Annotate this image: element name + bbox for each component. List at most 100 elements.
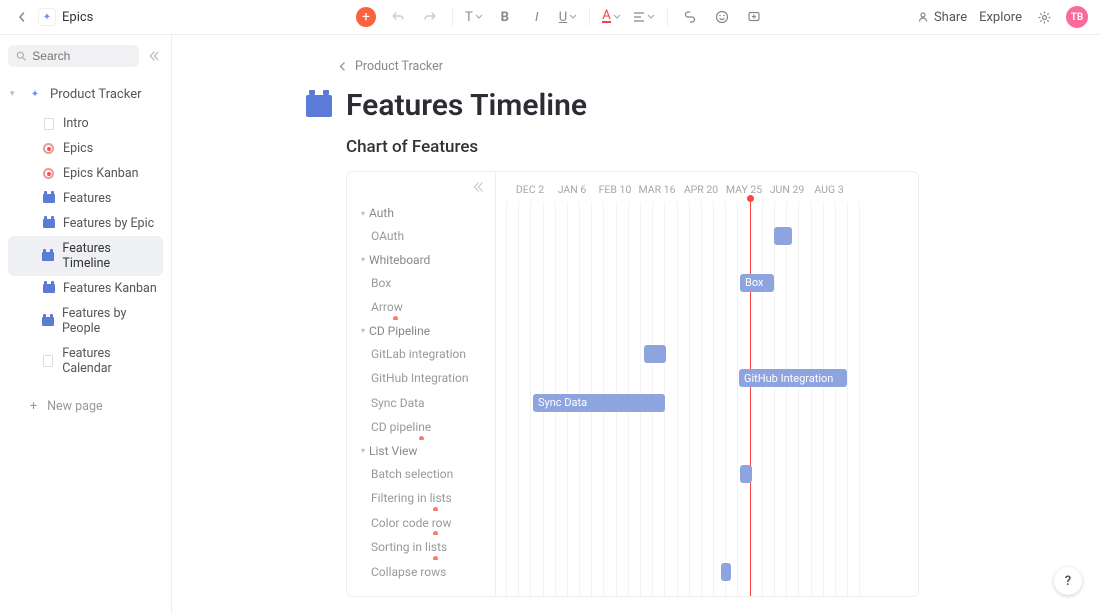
timeline-bar[interactable] [774,227,792,245]
sidebar-item-label: Features Timeline [62,241,157,271]
timeline-month-label: FEB 10 [599,183,632,196]
sidebar-root[interactable]: ▾ ✦ Product Tracker [8,81,163,107]
timeline-task-label[interactable]: Sorting in lists [347,535,495,560]
sidebar-item-features-calendar[interactable]: Features Calendar [8,341,163,381]
timeline-bar[interactable]: Box [740,274,774,292]
chevron-down-icon: ▾ [361,446,365,455]
target-icon [42,142,55,155]
timeline-bar[interactable]: GitHub Integration [739,369,847,387]
new-page-button[interactable]: + New page [8,391,163,422]
chevron-down-icon: ▾ [361,326,365,335]
comment-icon[interactable] [744,7,764,27]
document-icon [42,117,55,130]
sidebar-item-label: Features by Epic [63,216,154,231]
timeline-task-label[interactable]: Box [347,271,495,296]
align-dropdown[interactable] [633,7,655,27]
timeline-chart[interactable]: ▾AuthOAuth▾WhiteboardBoxArrow▾CD Pipelin… [346,171,919,597]
document-icon [42,355,54,368]
sidebar-item-features[interactable]: Features [8,186,163,211]
timeline-group-label: Auth [369,206,394,220]
chevron-down-icon: ▾ [361,209,365,218]
tasklist-collapse-icon[interactable] [469,178,487,196]
timeline-month-label: JAN 6 [558,183,587,196]
bold-icon[interactable]: B [495,7,515,27]
italic-icon[interactable]: I [527,7,547,27]
timeline-month-label: APR 20 [684,183,718,196]
timeline-grid[interactable]: DEC 2 JAN 6 FEB 10 MAR 16 APR 20 MAY 25 JUN 29… [496,172,918,596]
folder-icon [42,315,54,328]
timeline-task-label[interactable]: GitHub Integration [347,366,495,391]
sidebar-collapse-icon[interactable] [145,47,163,65]
timeline-task-label[interactable]: Sync Data [347,391,495,416]
timeline-today-marker [750,196,751,596]
redo-icon[interactable] [420,7,440,27]
timeline-group-label: List View [369,444,417,458]
search-icon [16,50,26,62]
topbar: ✦ Epics + T B I U A Share Explore TB [0,0,1100,35]
timeline-group[interactable]: ▾ List View [347,440,495,462]
folder-icon [42,192,55,205]
emoji-icon[interactable] [712,7,732,27]
timeline-group[interactable]: ▾ CD Pipeline [347,320,495,342]
back-icon[interactable] [12,7,32,27]
timeline-month-label: MAY 25 [726,183,762,196]
link-icon[interactable] [680,7,700,27]
folder-icon [42,217,55,230]
text-color-dropdown[interactable]: A [602,7,620,27]
timeline-group[interactable]: ▾Whiteboard [347,249,495,271]
settings-icon[interactable] [1034,7,1054,27]
underline-dropdown[interactable]: U [559,7,577,27]
toolbar: + T B I U A [192,7,917,27]
sidebar-item-label: Features Calendar [62,346,157,376]
sidebar-item-features-timeline[interactable]: Features Timeline [8,236,163,276]
timeline-task-label[interactable]: GitLab integration [347,342,495,367]
timeline-group-label: CD Pipeline [369,324,430,338]
content: Product Tracker Features Timeline Chart … [172,35,1100,613]
page-title: Features Timeline [346,88,587,123]
crumb-title[interactable]: Epics [62,10,93,25]
timeline-month-label: DEC 2 [516,183,544,196]
timeline-task-label[interactable]: OAuth [347,224,495,249]
chevron-down-icon: ▾ [361,255,365,264]
folder-icon [42,282,55,295]
app-icon[interactable]: ✦ [38,8,56,26]
avatar[interactable]: TB [1066,6,1088,28]
sidebar-item-epics-kanban[interactable]: Epics Kanban [8,161,163,186]
help-button[interactable]: ? [1054,567,1082,595]
timeline-group[interactable]: ▾ Auth [347,202,495,224]
chevron-left-icon [338,62,347,71]
sidebar-item-label: Features [63,191,111,206]
timeline-bar[interactable] [721,563,731,581]
share-button[interactable]: Share [917,10,967,25]
plus-icon: + [30,399,37,414]
add-button[interactable]: + [356,7,376,27]
timeline-bar[interactable]: Sync Data [533,394,665,412]
timeline-task-label[interactable]: Batch selection [347,462,495,487]
timeline-bar[interactable] [740,465,752,483]
chevron-down-icon: ▾ [10,89,20,99]
text-style-dropdown[interactable]: T [465,7,483,27]
timeline-month-label: JUN 29 [770,183,805,196]
undo-icon[interactable] [388,7,408,27]
target-icon [42,167,55,180]
sidebar-item-label: Epics [63,141,93,156]
sidebar-item-features-kanban[interactable]: Features Kanban [8,276,163,301]
sidebar-item-epics[interactable]: Epics [8,136,163,161]
timeline-task-label[interactable]: Arrow [347,295,495,320]
folder-icon [42,250,54,263]
sidebar-item-label: Features Kanban [63,281,157,296]
timeline-task-label[interactable]: Color code row [347,511,495,536]
timeline-task-label[interactable]: CD pipeline [347,415,495,440]
timeline-task-label[interactable]: Collapse rows [347,560,495,585]
search-input[interactable] [8,45,139,67]
sidebar-item-intro[interactable]: Intro [8,111,163,136]
timeline-month-label: MAR 16 [639,183,676,196]
timeline-bar[interactable] [644,345,666,363]
breadcrumb[interactable]: Product Tracker [260,59,1012,74]
sidebar-item-features-by-people[interactable]: Features by People [8,301,163,341]
page-title-icon [306,95,332,117]
page-subtitle: Chart of Features [260,137,1012,157]
sidebar-item-features-by-epic[interactable]: Features by Epic [8,211,163,236]
explore-button[interactable]: Explore [979,10,1022,25]
timeline-task-label[interactable]: Filtering in lists [347,486,495,511]
